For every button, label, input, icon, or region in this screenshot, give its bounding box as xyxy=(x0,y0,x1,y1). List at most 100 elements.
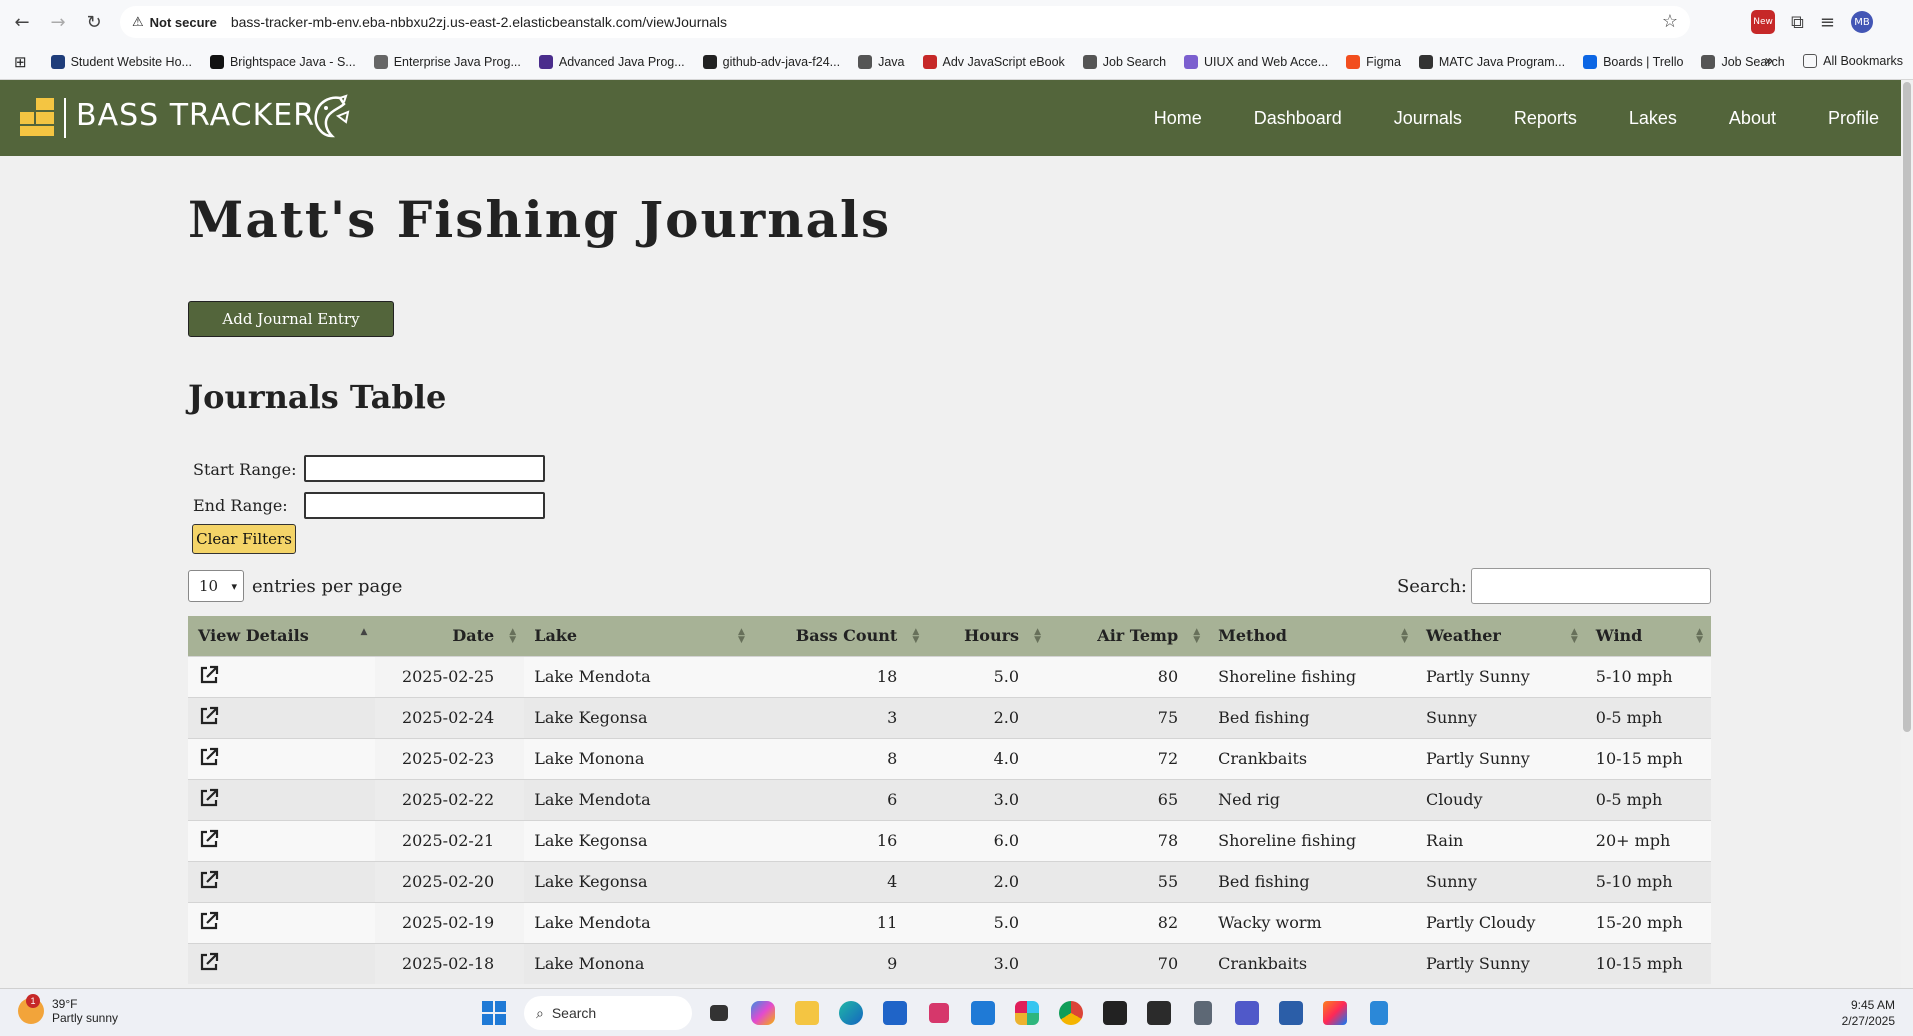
external-link-icon[interactable] xyxy=(198,705,220,727)
slack-icon[interactable] xyxy=(1010,996,1044,1030)
external-link-icon[interactable] xyxy=(198,787,220,809)
notepad-icon[interactable] xyxy=(1362,996,1396,1030)
bookmark-label: Java xyxy=(878,54,905,69)
external-link-icon[interactable] xyxy=(198,869,220,891)
url-text[interactable]: bass-tracker-mb-env.eba-nbbxu2zj.us-east… xyxy=(231,14,727,30)
brand-name[interactable]: BASS TRACKER xyxy=(76,98,315,133)
entries-select[interactable]: 10 ▾ xyxy=(188,570,244,602)
task-view-icon[interactable] xyxy=(702,996,736,1030)
extension-icon[interactable]: New xyxy=(1751,10,1776,34)
nav-dashboard[interactable]: Dashboard xyxy=(1254,108,1342,129)
system-clock[interactable]: 9:45 AM 2/27/2025 xyxy=(1842,997,1895,1029)
scrollbar-thumb[interactable] xyxy=(1903,82,1911,732)
bookmark-item[interactable]: Boards | Trello xyxy=(1583,54,1683,69)
sticky-notes-icon[interactable] xyxy=(1098,996,1132,1030)
external-link-icon[interactable] xyxy=(198,746,220,768)
nav-about[interactable]: About xyxy=(1729,108,1776,129)
start-range-input[interactable] xyxy=(304,455,545,482)
address-bar[interactable]: ⚠ Not secure bass-tracker-mb-env.eba-nbb… xyxy=(120,6,1690,38)
end-range-input[interactable] xyxy=(304,492,545,519)
external-link-icon[interactable] xyxy=(198,951,220,973)
col-header-hours[interactable]: Hours ▲ ▼ xyxy=(927,616,1050,656)
cell-bass-count: 3 xyxy=(752,696,928,738)
weather-condition: Partly sunny xyxy=(52,1011,119,1025)
star-icon[interactable]: ☆ xyxy=(1662,11,1678,32)
bookmark-item[interactable]: Java xyxy=(858,54,905,69)
external-link-icon[interactable] xyxy=(198,664,220,686)
chrome-icon[interactable] xyxy=(1054,996,1088,1030)
bookmark-item[interactable]: Advanced Java Prog... xyxy=(538,54,685,69)
tab-search-icon[interactable]: ≡ xyxy=(1820,12,1835,33)
bookmark-icon xyxy=(858,54,873,69)
bookmark-item[interactable]: MATC Java Program... xyxy=(1418,54,1565,69)
remote-desktop-icon[interactable] xyxy=(1274,996,1308,1030)
reload-icon[interactable]: ↻ xyxy=(76,4,112,40)
profile-avatar[interactable]: MB xyxy=(1851,11,1873,33)
cell-date: 2025-02-25 xyxy=(375,655,525,697)
browser-actions: New ⧉ ≡ MB xyxy=(1751,0,1913,44)
col-header-weather[interactable]: Weather ▲ ▼ xyxy=(1415,616,1586,656)
bookmark-item[interactable]: Figma xyxy=(1346,54,1401,69)
back-icon[interactable]: ← xyxy=(4,4,40,40)
cell-method: Shoreline fishing xyxy=(1208,655,1416,697)
clear-filters-button[interactable]: Clear Filters xyxy=(192,524,296,554)
cell-bass-count: 16 xyxy=(752,819,928,861)
teams-icon[interactable] xyxy=(1230,996,1264,1030)
calculator-icon[interactable] xyxy=(1186,996,1220,1030)
bookmark-item[interactable]: Job Search xyxy=(1082,54,1166,69)
bookmark-item[interactable]: Student Website Ho... xyxy=(50,54,192,69)
bookmark-icon xyxy=(1583,54,1598,69)
external-link-icon[interactable] xyxy=(198,828,220,850)
all-bookmarks[interactable]: All Bookmarks xyxy=(1803,54,1903,68)
col-header-date[interactable]: Date ▲ ▼ xyxy=(375,616,525,656)
search-input[interactable] xyxy=(1471,568,1711,604)
file-explorer-icon[interactable] xyxy=(790,996,824,1030)
extensions-icon[interactable]: ⧉ xyxy=(1791,12,1804,33)
store-icon[interactable] xyxy=(878,996,912,1030)
bookmark-label: Enterprise Java Prog... xyxy=(393,54,521,69)
nav-journals[interactable]: Journals xyxy=(1394,108,1462,129)
bookmark-item[interactable]: Adv JavaScript eBook xyxy=(922,54,1065,69)
nav-lakes[interactable]: Lakes xyxy=(1629,108,1677,129)
windows-start-icon[interactable] xyxy=(482,1001,506,1025)
nav-profile[interactable]: Profile xyxy=(1828,108,1879,129)
weather-widget[interactable]: 1 39°F Partly sunny xyxy=(18,994,119,1025)
terminal-icon[interactable] xyxy=(1142,996,1176,1030)
nav-reports[interactable]: Reports xyxy=(1514,108,1577,129)
intellij-icon[interactable] xyxy=(1318,996,1352,1030)
cell-wind: 5-10 mph xyxy=(1585,655,1711,697)
forward-icon[interactable]: → xyxy=(40,4,76,40)
apps-grid-icon[interactable]: ⊞ xyxy=(14,53,27,71)
more-bookmarks-icon[interactable]: » xyxy=(1765,52,1773,69)
vscode-icon[interactable] xyxy=(966,996,1000,1030)
col-header-method[interactable]: Method ▲ ▼ xyxy=(1208,616,1416,656)
cell-hours: 2.0 xyxy=(927,696,1050,738)
nav-home[interactable]: Home xyxy=(1154,108,1202,129)
bookmark-icon xyxy=(373,54,388,69)
bookmark-item[interactable]: Enterprise Java Prog... xyxy=(373,54,521,69)
snipping-tool-icon[interactable] xyxy=(922,996,956,1030)
bookmarks-bar: ⊞ Student Website Ho... Brightspace Java … xyxy=(0,44,1913,80)
bookmark-item[interactable]: github-adv-java-f24... xyxy=(702,54,840,69)
col-header-view-details[interactable]: View Details ▲ xyxy=(188,616,376,656)
bookmark-item[interactable]: Brightspace Java - S... xyxy=(209,54,356,69)
bookmark-item[interactable]: UIUX and Web Acce... xyxy=(1184,54,1328,69)
edge-icon[interactable] xyxy=(834,996,868,1030)
col-header-bass-count[interactable]: Bass Count ▲ ▼ xyxy=(752,616,928,656)
col-header-air-temp[interactable]: Air Temp ▲ ▼ xyxy=(1049,616,1209,656)
col-header-wind[interactable]: Wind ▲ ▼ xyxy=(1585,616,1711,656)
sort-icon: ▲ ▼ xyxy=(509,627,517,645)
taskbar: 1 39°F Partly sunny ⌕ Search 9:45 AM 2/2… xyxy=(0,988,1913,1036)
cell-method: Bed fishing xyxy=(1208,860,1416,902)
table-row: 2025-02-19 Lake Mendota 11 5.0 82 Wacky worm P… xyxy=(188,901,1711,943)
logo-blocks-icon[interactable] xyxy=(20,98,56,136)
copilot-icon[interactable] xyxy=(746,996,780,1030)
taskbar-search[interactable]: ⌕ Search xyxy=(524,996,692,1030)
cell-hours: 5.0 xyxy=(927,901,1050,943)
table-row: 2025-02-23 Lake Monona 8 4.0 72 Crankbaits Par… xyxy=(188,737,1711,779)
external-link-icon[interactable] xyxy=(198,910,220,932)
page-scrollbar[interactable] xyxy=(1901,80,1913,988)
col-header-lake[interactable]: Lake ▲ ▼ xyxy=(524,616,753,656)
cell-date: 2025-02-22 xyxy=(375,778,525,820)
add-journal-entry-button[interactable]: Add Journal Entry xyxy=(188,301,394,337)
